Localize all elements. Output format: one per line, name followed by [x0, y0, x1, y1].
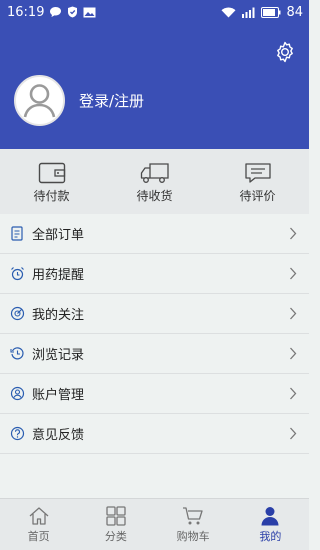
profile-header: 16:19 84 登录/注册 — [0, 0, 309, 149]
order-label: 待付款 — [33, 188, 70, 203]
question-icon — [10, 426, 25, 441]
chevron-right-icon — [290, 267, 297, 280]
nav-cart[interactable]: 购物车 — [155, 499, 232, 550]
signal-icon — [241, 7, 256, 18]
order-pending-review[interactable]: 待评价 — [206, 149, 309, 214]
profile-area[interactable]: 登录/注册 — [14, 75, 144, 126]
order-status-bar: 待付款 待收货 待评价 — [0, 149, 309, 214]
menu-item-my-follows[interactable]: 我的关注 — [0, 294, 309, 334]
chevron-right-icon — [290, 427, 297, 440]
battery-level: 84 — [286, 4, 303, 20]
chevron-right-icon — [290, 347, 297, 360]
bottom-nav: 首页 分类 购物车 我的 — [0, 498, 309, 550]
history-icon — [10, 346, 25, 361]
order-pending-delivery[interactable]: 待收货 — [103, 149, 206, 214]
menu-item-browse-history[interactable]: 浏览记录 — [0, 334, 309, 374]
menu-label: 意见反馈 — [32, 428, 85, 443]
user-circle-icon — [10, 386, 25, 401]
menu-item-account-management[interactable]: 账户管理 — [0, 374, 309, 414]
login-register-link[interactable]: 登录/注册 — [79, 90, 144, 111]
menu-label: 浏览记录 — [32, 348, 85, 363]
grid-icon — [106, 505, 126, 526]
target-icon — [10, 306, 25, 321]
menu-label: 我的关注 — [32, 308, 85, 323]
status-time: 16:19 — [7, 4, 45, 20]
menu-item-all-orders[interactable]: 全部订单 — [0, 214, 309, 254]
settings-gear-icon[interactable] — [273, 40, 297, 64]
comment-icon — [244, 162, 271, 183]
chevron-right-icon — [290, 387, 297, 400]
alarm-clock-icon — [10, 266, 25, 281]
cart-icon — [183, 506, 203, 524]
order-label: 待评价 — [239, 188, 276, 203]
nav-label: 购物车 — [176, 529, 210, 543]
chat-bubble-icon — [49, 6, 62, 18]
menu-item-medication-reminder[interactable]: 用药提醒 — [0, 254, 309, 294]
document-icon — [10, 226, 25, 241]
menu-label: 用药提醒 — [32, 268, 85, 283]
menu-label: 全部订单 — [32, 228, 85, 243]
nav-label: 首页 — [27, 529, 50, 543]
battery-icon — [261, 6, 281, 18]
chevron-right-icon — [290, 307, 297, 320]
order-pending-payment[interactable]: 待付款 — [0, 149, 103, 214]
nav-mine[interactable]: 我的 — [232, 499, 309, 550]
avatar[interactable] — [14, 75, 65, 126]
wifi-icon — [221, 7, 236, 18]
wallet-icon — [38, 162, 65, 183]
nav-category[interactable]: 分类 — [77, 499, 154, 550]
menu-label: 账户管理 — [32, 388, 85, 403]
menu-list: 全部订单 用药提醒 我的关注 浏览记录 账户管理 意见反馈 — [0, 214, 309, 454]
chevron-right-icon — [290, 227, 297, 240]
status-bar: 16:19 84 — [0, 0, 309, 24]
truck-icon — [140, 162, 169, 183]
order-label: 待收货 — [136, 188, 173, 203]
nav-label: 分类 — [104, 529, 127, 543]
home-icon — [29, 506, 49, 525]
menu-item-feedback[interactable]: 意见反馈 — [0, 414, 309, 454]
nav-home[interactable]: 首页 — [0, 499, 77, 550]
person-icon — [261, 506, 279, 525]
shield-icon — [67, 6, 78, 18]
nav-label: 我的 — [259, 529, 282, 543]
image-icon — [83, 7, 96, 18]
